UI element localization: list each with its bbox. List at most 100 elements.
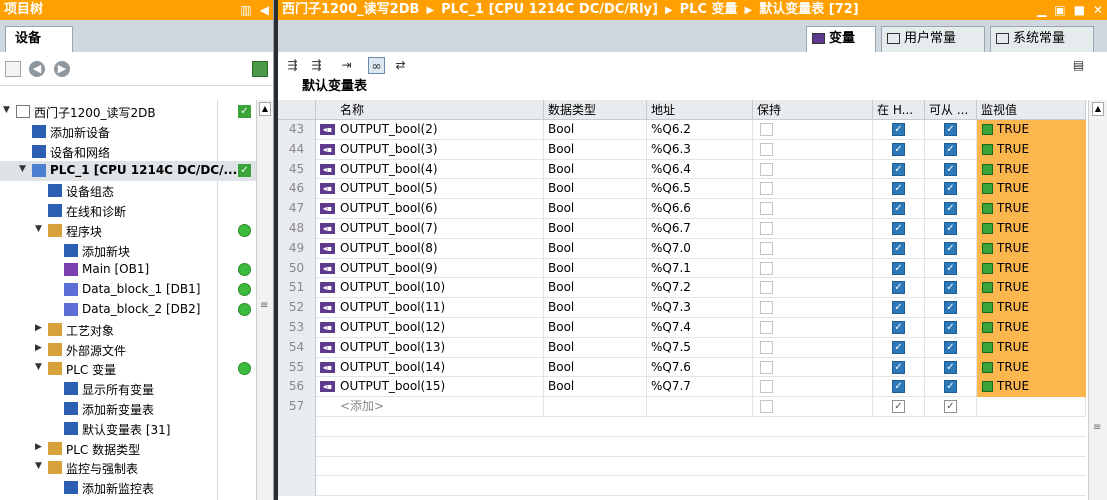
header-data-type[interactable]: 数据类型 — [544, 100, 647, 120]
address-cell[interactable]: %Q7.3 — [647, 298, 753, 318]
retain-checkbox[interactable] — [760, 301, 773, 315]
table-row[interactable]: 56 ◂▪ OUTPUT_bool(15) Bool %Q7.7 ✓ ✓ TRUE — [278, 377, 1086, 398]
tag-name-cell[interactable]: ◂▪ OUTPUT_bool(4) — [316, 159, 544, 180]
retain-checkbox[interactable] — [760, 400, 773, 414]
tree-item[interactable]: ▼ PLC 变量 — [0, 359, 256, 379]
retain-checkbox[interactable] — [760, 321, 773, 334]
add-tag-placeholder[interactable]: <添加> — [316, 397, 544, 417]
hmi-accessible-checkbox[interactable]: ✓ — [944, 380, 957, 394]
tree-item[interactable]: 显示所有变量 — [0, 379, 256, 399]
tag-name-cell[interactable]: ◂▪ OUTPUT_bool(8) — [316, 238, 544, 259]
breadcrumb-project[interactable]: 西门子1200_读写2DB — [282, 2, 419, 17]
hmi-accessible-checkbox[interactable]: ✓ — [944, 360, 957, 374]
table-row[interactable]: 52 ◂▪ OUTPUT_bool(11) Bool %Q7.3 ✓ ✓ TRUE — [278, 298, 1086, 318]
header-retain[interactable]: 保持 — [753, 100, 873, 120]
retain-checkbox[interactable] — [760, 360, 773, 374]
expanded-arrow-icon[interactable]: ▼ — [19, 164, 26, 174]
hmi-accessible-checkbox[interactable]: ✓ — [944, 182, 957, 196]
table-row[interactable]: 51 ◂▪ OUTPUT_bool(10) Bool %Q7.2 ✓ ✓ TRUE — [278, 278, 1086, 299]
scroll-up-icon[interactable]: ▲ — [259, 102, 271, 116]
address-cell[interactable]: %Q6.5 — [647, 179, 753, 200]
add-tag-row[interactable]: 57 <添加> ✓ ✓ — [278, 397, 1086, 417]
tag-name-cell[interactable]: ◂▪ OUTPUT_bool(2) — [316, 120, 544, 140]
tag-name-cell[interactable]: ◂▪ OUTPUT_bool(9) — [316, 258, 544, 279]
hmi-visible-checkbox[interactable]: ✓ — [892, 321, 905, 334]
collapse-panel-icon[interactable]: ◀ — [260, 0, 269, 20]
tag-name-cell[interactable]: ◂▪ OUTPUT_bool(12) — [316, 318, 544, 338]
tag-name-cell[interactable]: ◂▪ OUTPUT_bool(10) — [316, 278, 544, 299]
table-row[interactable]: 43 ◂▪ OUTPUT_bool(2) Bool %Q6.2 ✓ ✓ TRUE — [278, 120, 1086, 140]
data-type-cell[interactable]: Bool — [544, 298, 647, 318]
data-type-cell[interactable]: Bool — [544, 199, 647, 219]
hmi-visible-checkbox[interactable]: ✓ — [892, 261, 905, 275]
tree-item[interactable]: 添加新监控表 — [0, 478, 256, 498]
retain-checkbox[interactable] — [760, 202, 773, 216]
tag-name-cell[interactable]: ◂▪ OUTPUT_bool(14) — [316, 357, 544, 378]
hmi-accessible-checkbox[interactable]: ✓ — [944, 301, 957, 315]
data-type-cell[interactable]: Bool — [544, 159, 647, 180]
table-row[interactable]: 48 ◂▪ OUTPUT_bool(7) Bool %Q6.7 ✓ ✓ TRUE — [278, 219, 1086, 239]
expanded-arrow-icon[interactable]: ▼ — [3, 105, 10, 115]
float-window-icon[interactable]: ▣ — [1054, 0, 1065, 20]
minimize-icon[interactable]: ▁ — [1037, 0, 1046, 20]
hmi-accessible-checkbox[interactable]: ✓ — [944, 241, 957, 255]
hmi-visible-checkbox[interactable]: ✓ — [892, 182, 905, 196]
address-cell[interactable]: %Q7.6 — [647, 357, 753, 378]
hmi-visible-checkbox[interactable]: ✓ — [892, 202, 905, 216]
table-scrollbar[interactable]: ▲ ≡ — [1088, 100, 1107, 500]
tag-name-cell[interactable]: ◂▪ OUTPUT_bool(5) — [316, 179, 544, 200]
row-number[interactable]: 55 — [278, 357, 316, 378]
table-row[interactable]: 46 ◂▪ OUTPUT_bool(5) Bool %Q6.5 ✓ ✓ TRUE — [278, 179, 1086, 200]
row-number[interactable]: 43 — [278, 120, 316, 140]
tab-devices[interactable]: 设备 — [5, 26, 73, 52]
maximize-icon[interactable]: ■ — [1074, 0, 1085, 20]
hmi-accessible-checkbox[interactable]: ✓ — [944, 162, 957, 176]
header-address[interactable]: 地址 — [647, 100, 753, 120]
hmi-accessible-checkbox[interactable]: ✓ — [944, 340, 957, 354]
hmi-accessible-checkbox[interactable]: ✓ — [944, 321, 957, 334]
hmi-visible-checkbox[interactable]: ✓ — [892, 340, 905, 354]
hmi-accessible-checkbox[interactable]: ✓ — [944, 202, 957, 216]
split-view-icon[interactable]: ▥ — [240, 0, 251, 20]
table-row[interactable]: 50 ◂▪ OUTPUT_bool(9) Bool %Q7.1 ✓ ✓ TRUE — [278, 258, 1086, 279]
table-row[interactable]: 45 ◂▪ OUTPUT_bool(4) Bool %Q6.4 ✓ ✓ TRUE — [278, 159, 1086, 180]
hmi-accessible-checkbox[interactable]: ✓ — [944, 222, 957, 235]
table-row[interactable]: 44 ◂▪ OUTPUT_bool(3) Bool %Q6.3 ✓ ✓ TRUE — [278, 139, 1086, 160]
tree-item[interactable]: ▶ 外部源文件 — [0, 340, 256, 360]
empty-cell[interactable] — [647, 397, 753, 417]
tree-item[interactable]: 添加新设备 — [0, 122, 256, 142]
data-type-cell[interactable]: Bool — [544, 219, 647, 239]
retain-checkbox[interactable] — [760, 340, 773, 354]
row-number[interactable]: 52 — [278, 298, 316, 318]
address-cell[interactable]: %Q7.1 — [647, 258, 753, 279]
show-hide-columns-icon[interactable]: ⇄ — [392, 57, 409, 74]
monitor-all-icon[interactable]: ∞ — [368, 57, 385, 74]
breadcrumb-plc[interactable]: PLC_1 [CPU 1214C DC/DC/Rly] — [441, 2, 658, 17]
tree-item[interactable]: Main [OB1] — [0, 260, 256, 280]
address-cell[interactable]: %Q7.5 — [647, 337, 753, 358]
tree-item[interactable]: 设备组态 — [0, 181, 256, 201]
retain-checkbox[interactable] — [760, 281, 773, 295]
tab-system-constants[interactable]: 系统常量 — [990, 26, 1094, 52]
row-number[interactable]: 56 — [278, 377, 316, 398]
insert-row-icon[interactable]: ⇶ — [284, 57, 301, 74]
address-cell[interactable]: %Q6.2 — [647, 120, 753, 140]
hmi-visible-checkbox[interactable]: ✓ — [892, 400, 905, 414]
expanded-arrow-icon[interactable]: ▼ — [35, 461, 42, 471]
data-type-cell[interactable]: Bool — [544, 357, 647, 378]
row-number[interactable]: 57 — [278, 397, 316, 417]
row-number[interactable]: 49 — [278, 238, 316, 259]
hmi-accessible-checkbox[interactable]: ✓ — [944, 261, 957, 275]
tree-item[interactable]: 默认变量表 [31] — [0, 419, 256, 439]
retain-checkbox[interactable] — [760, 241, 773, 255]
hmi-visible-checkbox[interactable]: ✓ — [892, 360, 905, 374]
row-number[interactable]: 53 — [278, 318, 316, 338]
hmi-visible-checkbox[interactable]: ✓ — [892, 301, 905, 315]
data-type-cell[interactable]: Bool — [544, 258, 647, 279]
new-item-icon[interactable] — [5, 61, 21, 77]
retain-checkbox[interactable] — [760, 222, 773, 235]
table-options-icon[interactable]: ▤ — [1070, 57, 1087, 74]
collapsed-arrow-icon[interactable]: ▶ — [35, 442, 42, 452]
address-cell[interactable]: %Q6.4 — [647, 159, 753, 180]
row-number[interactable]: 50 — [278, 258, 316, 279]
